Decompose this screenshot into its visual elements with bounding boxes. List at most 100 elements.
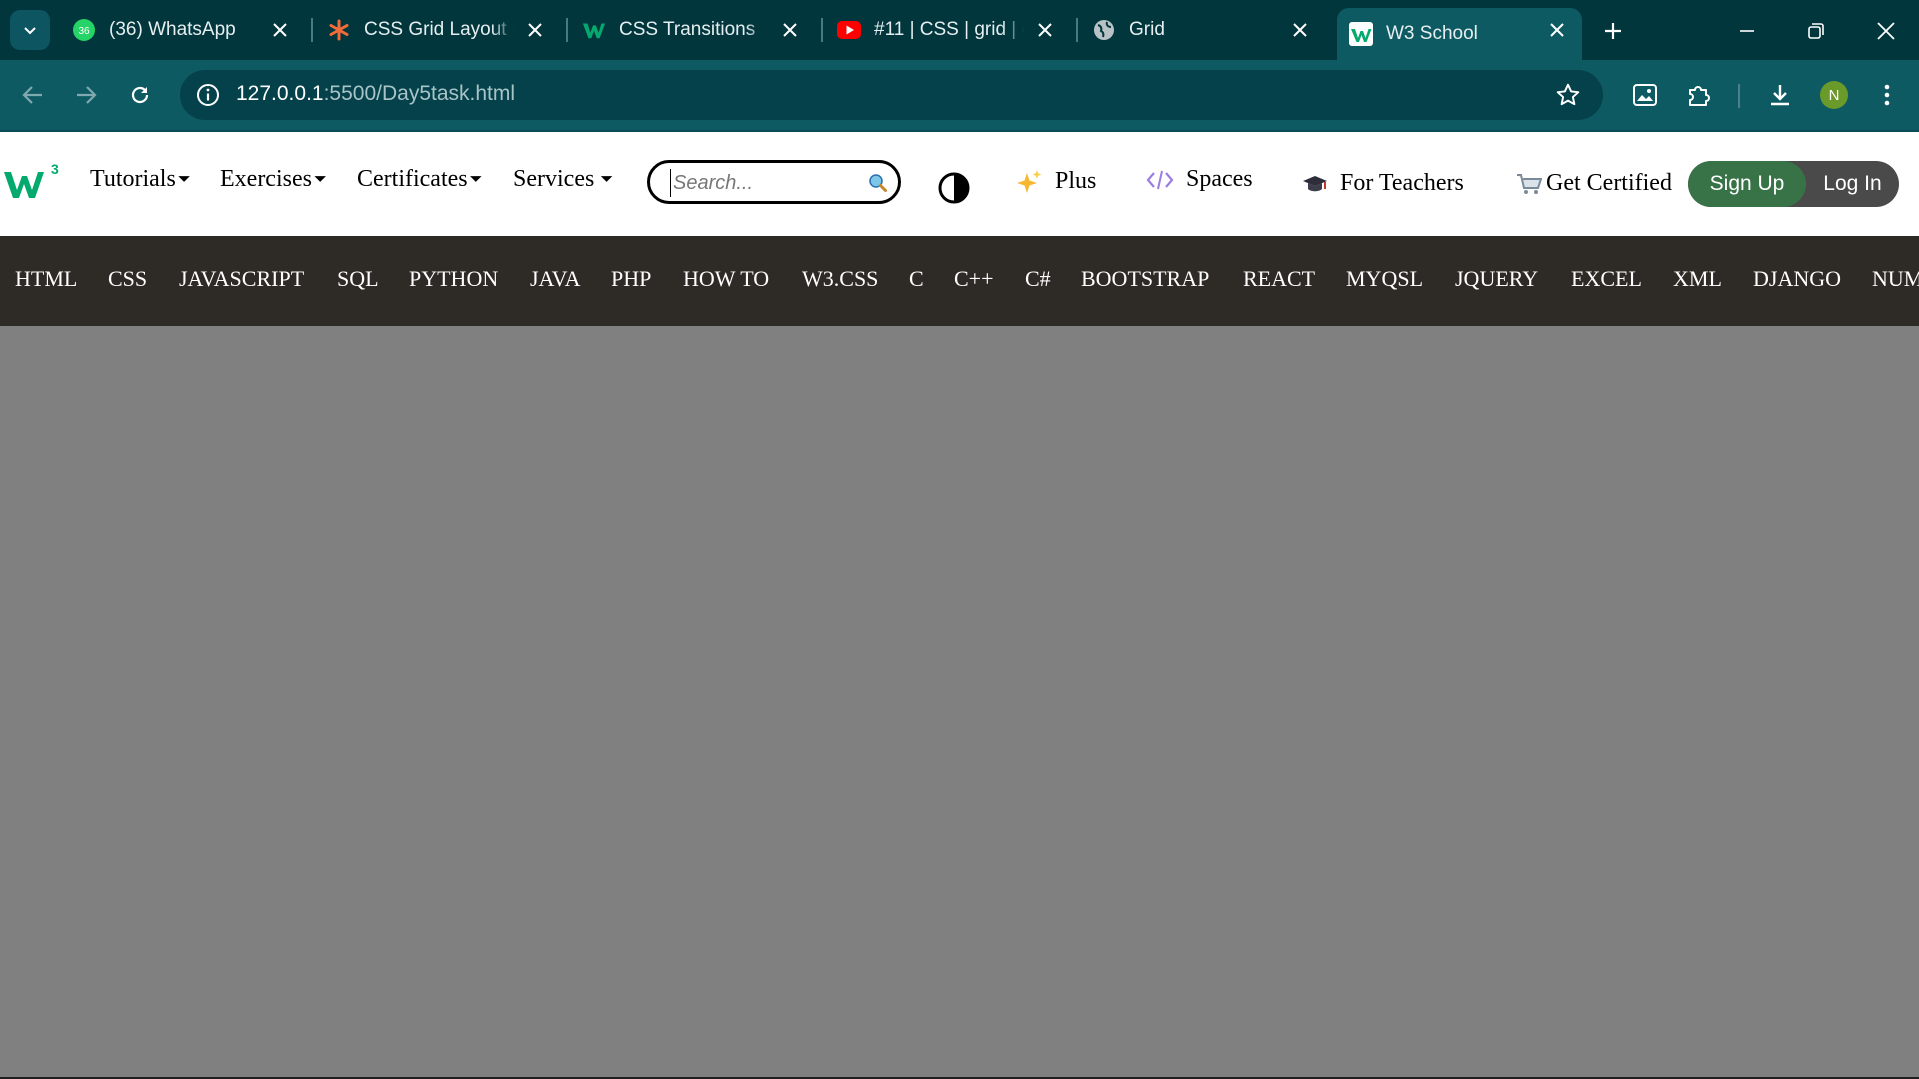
lang-link-css[interactable]: CSS — [108, 266, 147, 292]
language-nav-bar: HTML CSS JAVASCRIPT SQL PYTHON JAVA PHP … — [0, 236, 1919, 326]
menu-certificates[interactable]: Certificates ⏷ — [357, 166, 482, 193]
tab-title: CSS Transitions — [619, 19, 756, 40]
spaces-label: Spaces — [1186, 166, 1253, 192]
lang-link-javascript[interactable]: JAVASCRIPT — [179, 266, 304, 292]
tab-w3-school[interactable]: W3 School — [1337, 8, 1582, 60]
log-in-button[interactable]: Log In — [1806, 161, 1899, 207]
image-icon — [1633, 84, 1657, 106]
tab-title: (36) WhatsApp — [109, 19, 236, 40]
code-icon — [1146, 169, 1174, 191]
site-info-icon[interactable] — [196, 83, 220, 112]
site-header: 3 Tutorials ⏷ Exercises ⏷ Certificates ⏷ Se… — [0, 132, 1919, 236]
caret-down-icon: ⏷ — [600, 170, 614, 188]
new-tab-button[interactable] — [1596, 14, 1630, 48]
menu-label: Certificates — [357, 166, 468, 192]
tab-separator — [821, 18, 823, 42]
back-button[interactable] — [14, 76, 52, 114]
bookmark-star-icon[interactable] — [1555, 82, 1581, 113]
reload-button[interactable] — [121, 76, 159, 114]
lang-link-bootstrap[interactable]: BOOTSTRAP — [1081, 266, 1209, 292]
tab-separator — [566, 18, 568, 42]
forward-button[interactable] — [67, 76, 105, 114]
tab-title: Grid — [1129, 19, 1165, 40]
sign-up-button[interactable]: Sign Up — [1688, 161, 1806, 207]
tab-youtube-css-grid[interactable]: #11 | CSS | grid | display — [825, 8, 1070, 52]
lang-link-numpy[interactable]: NUM — [1872, 266, 1919, 292]
spaces-link[interactable]: Spaces — [1146, 166, 1253, 193]
close-icon[interactable] — [779, 19, 801, 41]
downloads-button[interactable] — [1761, 76, 1799, 114]
lang-link-how-to[interactable]: HOW TO — [683, 266, 769, 292]
lang-link-java[interactable]: JAVA — [530, 266, 581, 292]
tab-css-transitions[interactable]: CSS Transitions — [570, 8, 815, 52]
menu-services[interactable]: Services ⏷ — [513, 166, 613, 193]
browser-menu-button[interactable] — [1868, 76, 1906, 114]
for-teachers-link[interactable]: For Teachers — [1302, 170, 1464, 197]
caret-down-icon: ⏷ — [469, 170, 483, 188]
menu-label: Exercises — [220, 166, 312, 192]
plus-link[interactable]: Plus — [1017, 168, 1096, 195]
w3schools-logo[interactable]: 3 — [4, 161, 60, 207]
tab-whatsapp[interactable]: 36 (36) WhatsApp — [60, 8, 305, 52]
caret-down-icon: ⏷ — [177, 170, 191, 188]
caret-down-icon: ⏷ — [313, 170, 327, 188]
asterisk-icon — [327, 18, 351, 42]
profile-avatar[interactable]: N — [1820, 81, 1848, 109]
contrast-toggle-icon[interactable] — [938, 172, 970, 209]
lang-link-sql[interactable]: SQL — [337, 266, 379, 292]
lang-link-w3css[interactable]: W3.CSS — [802, 266, 878, 292]
close-icon[interactable] — [1289, 19, 1311, 41]
minimize-button[interactable] — [1727, 14, 1767, 48]
lang-link-html[interactable]: HTML — [15, 266, 77, 292]
tab-search-button[interactable] — [10, 10, 50, 50]
browser-toolbar: 127.0.0.1:5500/Day5task.html N — [0, 60, 1919, 130]
close-icon — [1877, 22, 1895, 40]
restore-button[interactable] — [1796, 14, 1836, 48]
lang-link-mysql[interactable]: MYQSL — [1346, 266, 1423, 292]
close-icon[interactable] — [524, 19, 546, 41]
w3schools-icon — [1349, 22, 1373, 46]
close-icon[interactable] — [1034, 19, 1056, 41]
address-bar[interactable]: 127.0.0.1:5500/Day5task.html — [180, 70, 1603, 120]
tab-grid[interactable]: Grid — [1080, 8, 1325, 52]
lang-link-php[interactable]: PHP — [611, 266, 651, 292]
chevron-down-icon — [24, 27, 36, 35]
lang-link-cpp[interactable]: C++ — [954, 266, 994, 292]
sparkles-icon — [1017, 169, 1043, 195]
lang-link-react[interactable]: REACT — [1243, 266, 1315, 292]
for-teachers-label: For Teachers — [1340, 170, 1464, 196]
lang-link-python[interactable]: PYTHON — [409, 266, 498, 292]
extensions-button[interactable] — [1680, 76, 1718, 114]
tab-css-grid-guide[interactable]: CSS Grid Layout Guide — [315, 8, 560, 52]
lang-link-c[interactable]: C — [909, 266, 924, 292]
svg-text:3: 3 — [51, 162, 59, 177]
lang-link-django[interactable]: DJANGO — [1753, 266, 1841, 292]
minimize-icon — [1740, 30, 1754, 32]
youtube-icon — [837, 18, 861, 42]
search-input[interactable] — [670, 169, 865, 197]
tab-title: W3 School — [1386, 23, 1478, 44]
puzzle-icon — [1689, 86, 1710, 106]
search-icon[interactable] — [868, 173, 888, 198]
tab-title: #11 | CSS | grid | display — [874, 19, 1024, 40]
close-icon[interactable] — [1546, 19, 1568, 41]
menu-exercises[interactable]: Exercises ⏷ — [220, 166, 327, 193]
lang-link-excel[interactable]: EXCEL — [1571, 266, 1642, 292]
whatsapp-icon: 36 — [72, 18, 96, 42]
image-search-button[interactable] — [1626, 76, 1664, 114]
menu-tutorials[interactable]: Tutorials ⏷ — [90, 166, 191, 193]
lang-link-csharp[interactable]: C# — [1025, 266, 1051, 292]
tab-separator — [311, 18, 313, 42]
tab-separator — [1076, 18, 1078, 42]
menu-label: Services — [513, 166, 595, 192]
url-text[interactable]: 127.0.0.1:5500/Day5task.html — [236, 82, 515, 106]
restore-icon — [1808, 23, 1824, 39]
close-window-button[interactable] — [1866, 14, 1906, 48]
lang-link-xml[interactable]: XML — [1673, 266, 1722, 292]
close-icon[interactable] — [269, 19, 291, 41]
menu-label: Tutorials — [90, 166, 176, 192]
get-certified-link[interactable]: Get Certified — [1516, 170, 1672, 197]
browser-tab-strip: 36 (36) WhatsApp CSS Grid Layout Guide C… — [0, 0, 1919, 60]
lang-link-jquery[interactable]: JQUERY — [1455, 266, 1538, 292]
plus-icon — [1605, 23, 1621, 39]
